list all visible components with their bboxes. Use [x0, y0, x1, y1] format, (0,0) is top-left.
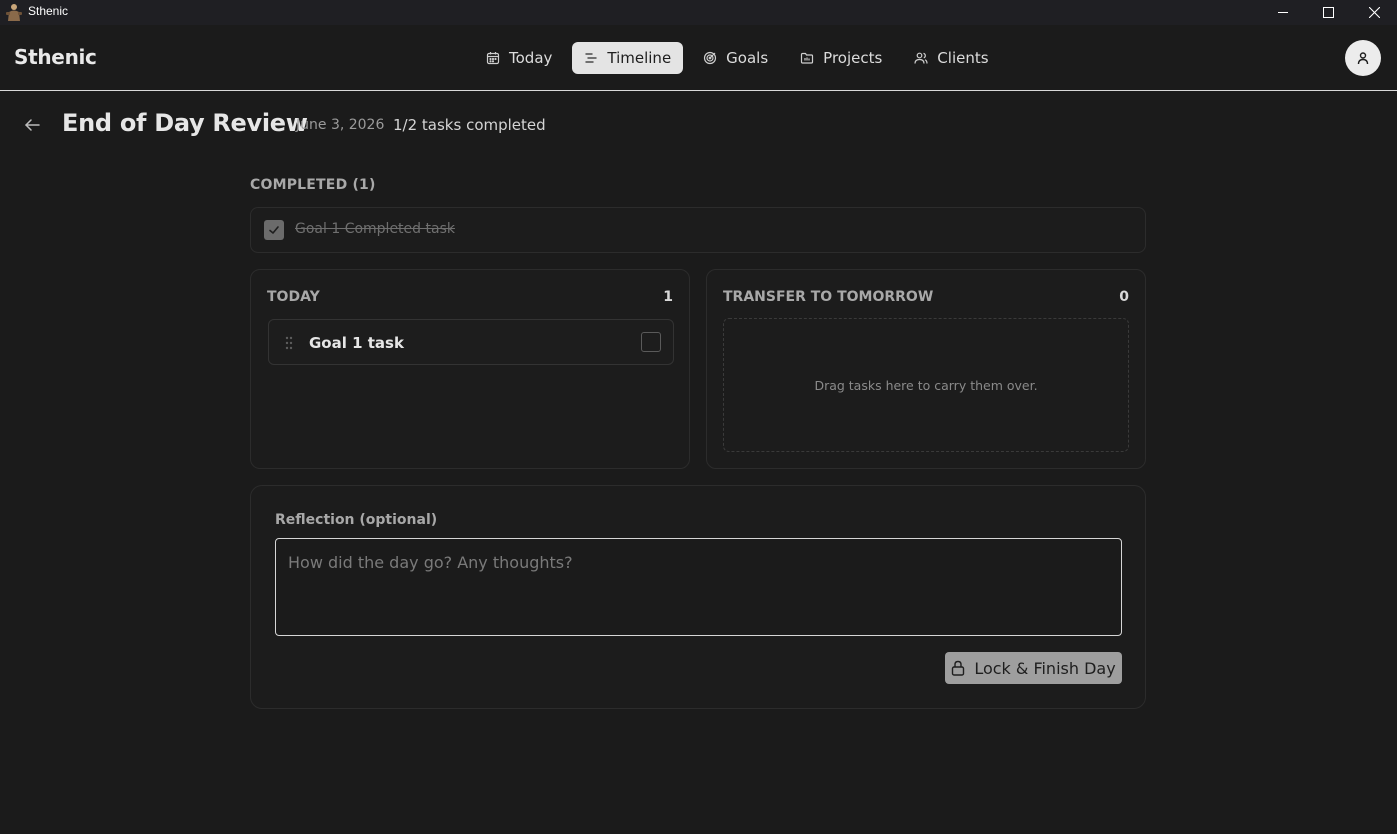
folder-icon — [801, 52, 814, 64]
today-task-checkbox[interactable] — [641, 332, 661, 352]
window-titlebar: Sthenic — [0, 0, 1397, 25]
review-date: June 3, 2026 — [296, 117, 385, 133]
nav-today[interactable]: Today — [474, 42, 564, 74]
today-column: TODAY 1 Goal 1 task — [250, 269, 690, 469]
nav-clients[interactable]: Clients — [902, 42, 1000, 74]
transfer-column: TRANSFER TO TOMORROW 0 Drag tasks here t… — [706, 269, 1146, 469]
minimize-icon — [1277, 12, 1288, 13]
target-icon — [704, 51, 717, 65]
completed-task-item[interactable]: Goal 1 Completed task — [250, 207, 1146, 253]
dropzone-hint: Drag tasks here to carry them over. — [814, 377, 1038, 393]
reflection-label: Reflection (optional) — [275, 512, 438, 528]
timeline-icon — [585, 53, 598, 63]
maximize-button[interactable] — [1305, 0, 1351, 25]
today-task-item[interactable]: Goal 1 task — [268, 319, 674, 365]
nav-today-label: Today — [509, 49, 553, 67]
today-column-title: TODAY — [267, 289, 320, 305]
calendar-icon — [486, 52, 500, 65]
today-task-label: Goal 1 task — [309, 334, 404, 352]
nav-goals[interactable]: Goals — [691, 42, 780, 74]
users-icon — [914, 52, 928, 64]
check-icon — [269, 226, 279, 234]
drag-handle-icon[interactable] — [284, 335, 294, 351]
nav-projects-label: Projects — [823, 49, 883, 67]
main-nav: Today Timeline Goals Projects Clients — [474, 42, 1001, 74]
tasks-progress: 1/2 tasks completed — [393, 116, 546, 134]
transfer-column-count: 0 — [1119, 289, 1129, 305]
page-title: End of Day Review — [62, 109, 308, 137]
arrow-left-icon — [25, 119, 40, 131]
back-button[interactable] — [22, 115, 42, 135]
nav-projects[interactable]: Projects — [788, 42, 894, 74]
lock-finish-day-label: Lock & Finish Day — [974, 658, 1116, 678]
app-logo-icon — [6, 4, 22, 21]
reflection-card: Reflection (optional) Lock & Finish Day — [250, 485, 1146, 709]
close-icon — [1368, 7, 1380, 18]
transfer-column-title: TRANSFER TO TOMORROW — [723, 289, 934, 305]
nav-timeline-label: Timeline — [607, 49, 672, 67]
nav-goals-label: Goals — [726, 49, 769, 67]
nav-timeline[interactable]: Timeline — [572, 42, 684, 74]
maximize-icon — [1322, 7, 1334, 18]
minimize-button[interactable] — [1260, 0, 1306, 25]
completed-task-checkbox[interactable] — [264, 220, 284, 240]
completed-task-label: Goal 1 Completed task — [295, 221, 455, 237]
lock-icon — [952, 660, 965, 676]
transfer-dropzone[interactable]: Drag tasks here to carry them over. — [723, 318, 1129, 452]
app-header: Sthenic Today Timeline Goals Projects Cl… — [0, 25, 1397, 91]
brand-logo[interactable]: Sthenic — [14, 45, 97, 69]
completed-section-label: COMPLETED (1) — [250, 177, 376, 193]
today-column-count: 1 — [663, 289, 673, 305]
reflection-input[interactable] — [275, 538, 1122, 636]
user-avatar-button[interactable] — [1345, 40, 1381, 76]
lock-finish-day-button[interactable]: Lock & Finish Day — [945, 652, 1122, 684]
window-title: Sthenic — [28, 4, 69, 18]
close-button[interactable] — [1351, 0, 1397, 25]
nav-clients-label: Clients — [937, 49, 989, 67]
user-icon — [1357, 52, 1369, 65]
